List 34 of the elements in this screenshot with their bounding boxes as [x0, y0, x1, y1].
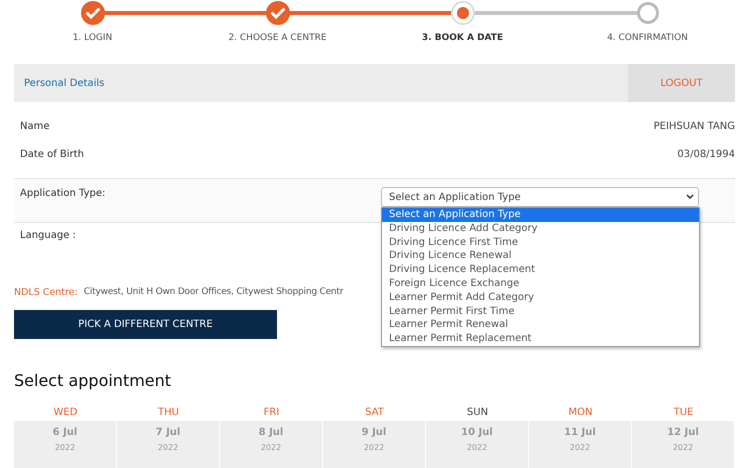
- section-heading: Select appointment: [14, 371, 172, 390]
- weekday-label: SUN: [466, 407, 488, 420]
- dropdown-option[interactable]: Foreign Licence Exchange: [382, 276, 699, 291]
- dropdown-option[interactable]: Driving Licence First Time: [382, 236, 699, 250]
- dropdown-option[interactable]: Driving Licence Replacement: [382, 263, 699, 277]
- dropdown-option[interactable]: Learner Permit First Time: [382, 304, 699, 318]
- field-value: 03/08/1994: [677, 148, 735, 160]
- step-label: 2. CHOOSE A CENTRE: [228, 33, 327, 43]
- chevron-down-icon: [686, 194, 694, 200]
- field-label: NDLS Centre:: [14, 286, 78, 298]
- dropdown-option[interactable]: Driving Licence Add Category: [382, 222, 699, 236]
- weekday-label: WED: [54, 407, 78, 420]
- step-label: 4. CONFIRMATION: [607, 33, 688, 43]
- weekday-label: THU: [158, 407, 179, 420]
- step-label: 1. LOGIN: [72, 33, 112, 43]
- weekday-label: MON: [568, 407, 592, 420]
- dropdown-option[interactable]: Learner Permit Replacement: [382, 332, 699, 346]
- application-type-select[interactable]: Select an Application Type: [381, 187, 699, 207]
- field-label: Date of Birth: [20, 148, 84, 160]
- pick-centre-button[interactable]: PICK A DIFFERENT CENTRE: [14, 310, 277, 339]
- dropdown-option[interactable]: Select an Application Type: [382, 208, 699, 222]
- section-title: Personal Details: [23, 78, 106, 88]
- centre-address: Citywest, Unit H Own Door Offices, Citywest Shopping Centr: [84, 287, 344, 297]
- step-label: 3. BOOK A DATE: [422, 33, 504, 43]
- field-label: Name: [20, 120, 50, 132]
- weekday-label: TUE: [674, 407, 694, 420]
- weekday-label: FRI: [264, 407, 280, 420]
- dropdown-option[interactable]: Driving Licence Renewal: [382, 249, 699, 264]
- dropdown-option[interactable]: Learner Permit Renewal: [382, 318, 699, 332]
- weekday-label: SAT: [365, 407, 384, 420]
- field-label: Application Type:: [20, 187, 106, 201]
- field-value: PEIHSUAN TANG: [654, 120, 735, 132]
- field-label: Language :: [20, 230, 76, 241]
- dropdown-option[interactable]: Learner Permit Add Category: [382, 290, 699, 305]
